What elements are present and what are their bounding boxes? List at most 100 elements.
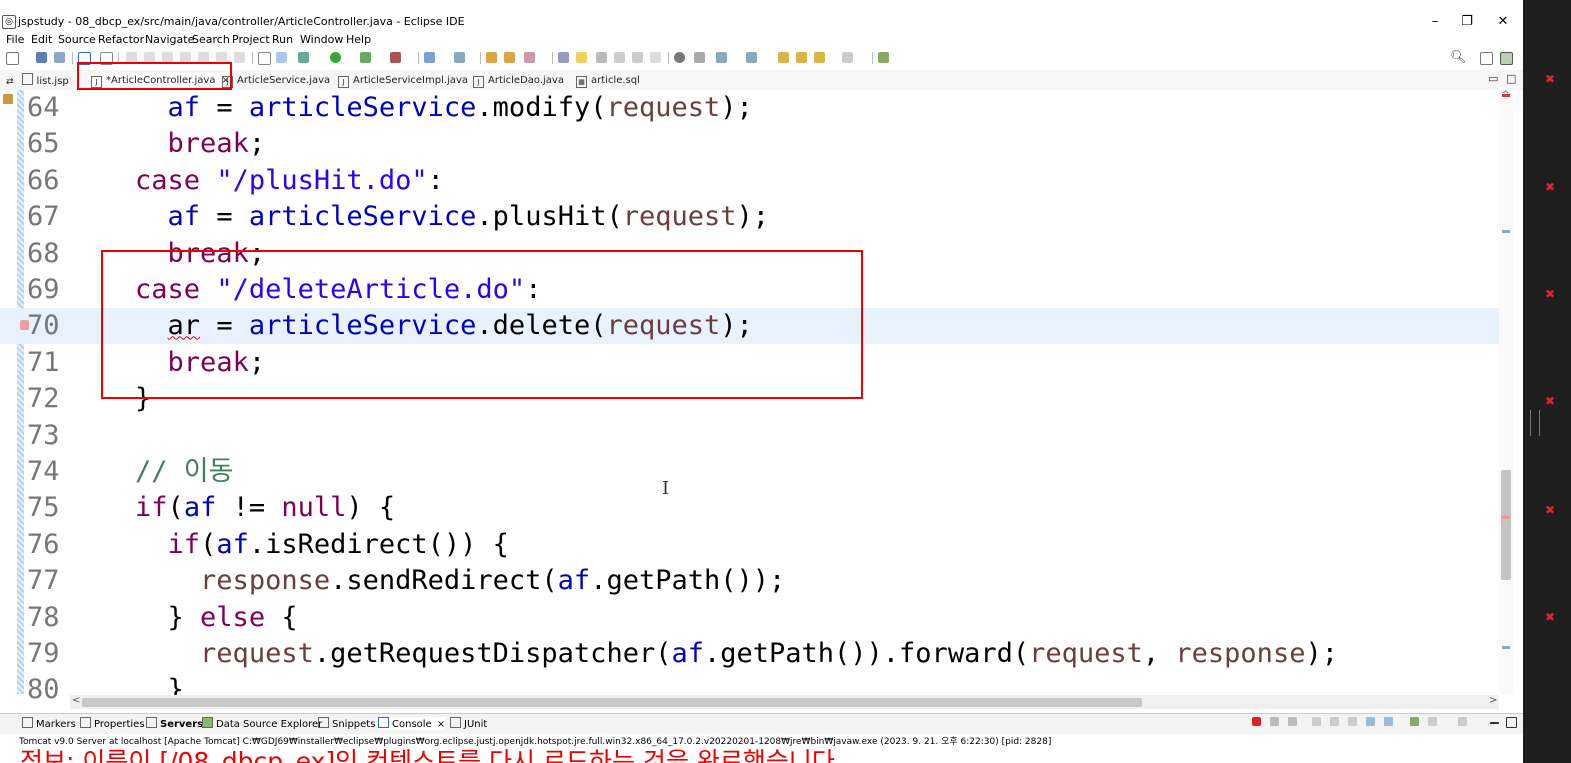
new-java-project-icon[interactable] — [424, 52, 435, 63]
error-marker[interactable] — [1502, 94, 1510, 97]
pin-icon[interactable] — [694, 52, 705, 63]
menu-run[interactable]: Run — [272, 33, 293, 46]
menu-refactor[interactable]: Refactor — [98, 33, 144, 46]
code-line[interactable]: 79 request.getRequestDispatcher(af.getPa… — [0, 636, 1499, 672]
vertical-scrollbar[interactable]: ^ — [1499, 90, 1513, 694]
java-ee-perspective-icon[interactable] — [1500, 52, 1513, 65]
external-tools-icon[interactable] — [390, 52, 401, 63]
line-number: 71 — [27, 346, 60, 378]
horizontal-scrollbar[interactable]: < > — [70, 695, 1499, 709]
tab-article-service-impl[interactable]: J ArticleServiceImpl.java — [338, 73, 468, 89]
menu-search[interactable]: Search — [192, 33, 230, 46]
next-annotation-icon[interactable] — [716, 52, 727, 63]
remove-launch-icon[interactable] — [1270, 717, 1279, 726]
tab-snippets[interactable]: Snippets — [318, 717, 375, 730]
scroll-left-icon[interactable]: < — [72, 695, 80, 706]
code-line[interactable]: 67 af = articleService.plusHit(request); — [0, 199, 1499, 235]
step-return-icon[interactable] — [234, 52, 245, 63]
tab-list-jsp[interactable]: ⇄ list.jsp — [6, 73, 69, 89]
tab-console[interactable]: Console × — [378, 717, 446, 730]
word-wrap-icon[interactable] — [1348, 717, 1357, 726]
close-button[interactable]: ✕ — [1488, 13, 1518, 31]
meeting-sidebar: ✖ ✖ ✖ ✖ ✖ ✖ — [1523, 0, 1571, 763]
perspective-icon[interactable] — [1480, 52, 1493, 65]
word-wrap-icon[interactable] — [614, 52, 625, 63]
run-icon[interactable] — [330, 52, 341, 63]
tab-data-source-explorer[interactable]: Data Source Explorer — [202, 717, 322, 730]
new-icon[interactable] — [6, 52, 19, 65]
edit-history-icon[interactable] — [796, 52, 807, 63]
menu-window[interactable]: Window — [300, 33, 343, 46]
toggle-mark-icon[interactable] — [276, 52, 287, 63]
save-icon[interactable] — [36, 52, 47, 63]
code-line[interactable]: 76 if(af.isRedirect()) { — [0, 527, 1499, 563]
minimize-button[interactable]: – — [1420, 13, 1450, 31]
new-class-icon[interactable] — [454, 52, 465, 63]
show-on-stderr-icon[interactable] — [1384, 717, 1393, 726]
tab-article-sql[interactable]: ▦ article.sql — [576, 73, 640, 89]
open-resource-icon[interactable] — [504, 52, 515, 63]
warning-marker[interactable] — [1502, 516, 1510, 519]
minimize-editor-icon[interactable]: ▭ — [1488, 72, 1498, 85]
menu-project[interactable]: Project — [232, 33, 270, 46]
menu-source[interactable]: Source — [58, 33, 96, 46]
previous-annotation-icon[interactable] — [746, 52, 757, 63]
overview-marker[interactable] — [1502, 646, 1510, 649]
tab-properties[interactable]: Properties — [80, 717, 145, 730]
code-line[interactable]: 74 // 이동 — [0, 454, 1499, 490]
error-marker-icon[interactable] — [20, 320, 29, 331]
open-perspective-icon[interactable] — [878, 52, 889, 63]
highlight-icon[interactable] — [576, 52, 587, 63]
tab-servers[interactable]: Servers — [146, 717, 203, 730]
search-tool-icon[interactable] — [524, 52, 535, 63]
display-console-icon[interactable] — [1428, 717, 1437, 726]
open-type-icon[interactable] — [486, 52, 497, 63]
resize-handle[interactable] — [1530, 410, 1540, 436]
clear-console-icon[interactable] — [1312, 717, 1321, 726]
menu-navigate[interactable]: Navigate — [145, 33, 194, 46]
minimize-panel-icon[interactable] — [1490, 722, 1499, 728]
outline-icon[interactable] — [258, 52, 271, 65]
save-all-icon[interactable] — [54, 52, 65, 63]
tab-article-dao[interactable]: J ArticleDao.java — [473, 73, 564, 89]
code-line[interactable]: 77 response.sendRedirect(af.getPath()); — [0, 563, 1499, 599]
back-icon[interactable] — [814, 52, 825, 63]
block-selection-icon[interactable] — [596, 52, 607, 63]
line-number: 67 — [27, 201, 60, 233]
pilcrow-icon[interactable] — [650, 52, 661, 63]
vertical-scroll-thumb[interactable] — [1501, 470, 1511, 580]
open-console-icon[interactable] — [1458, 717, 1467, 726]
menu-edit[interactable]: Edit — [31, 33, 52, 46]
horizontal-scroll-thumb[interactable] — [82, 698, 1142, 707]
terminate-icon[interactable] — [1252, 717, 1261, 726]
overview-marker[interactable] — [1502, 230, 1510, 233]
remove-all-icon[interactable] — [1288, 717, 1297, 726]
code-line[interactable]: 78 } else { — [0, 600, 1499, 636]
code-line[interactable]: 73 — [0, 418, 1499, 454]
close-console-icon[interactable]: × — [437, 719, 445, 730]
pin-console-icon[interactable] — [1410, 717, 1419, 726]
help-icon[interactable] — [674, 52, 685, 63]
maximize-editor-icon[interactable]: □ — [1506, 72, 1516, 85]
last-edit-icon[interactable] — [778, 52, 789, 63]
code-line[interactable]: 66 case "/plusHit.do": — [0, 163, 1499, 199]
show-on-stdout-icon[interactable] — [1366, 717, 1375, 726]
scroll-lock-icon[interactable] — [1330, 717, 1339, 726]
tab-junit[interactable]: JUnit — [450, 717, 487, 730]
menu-file[interactable]: File — [6, 33, 24, 46]
restore-button[interactable]: ❐ — [1452, 13, 1482, 31]
debug-icon[interactable] — [298, 52, 309, 63]
code-line[interactable]: 64 af = articleService.modify(request); — [0, 90, 1499, 126]
scroll-right-icon[interactable]: > — [1489, 695, 1497, 706]
search-icon[interactable]: 🔍︎ — [1450, 50, 1467, 65]
annotation-icon[interactable] — [558, 52, 569, 63]
whitespace-icon[interactable] — [632, 52, 643, 63]
menu-help[interactable]: Help — [346, 33, 371, 46]
maximize-panel-icon[interactable] — [1506, 717, 1517, 728]
tab-markers[interactable]: Markers — [22, 717, 76, 730]
code-line[interactable]: 75 if(af != null) { — [0, 490, 1499, 526]
forward-icon[interactable] — [842, 52, 853, 63]
coverage-icon[interactable] — [360, 52, 371, 63]
code-line[interactable]: 65 break; — [0, 126, 1499, 162]
tab-article-service[interactable]: J ArticleService.java — [222, 73, 330, 89]
